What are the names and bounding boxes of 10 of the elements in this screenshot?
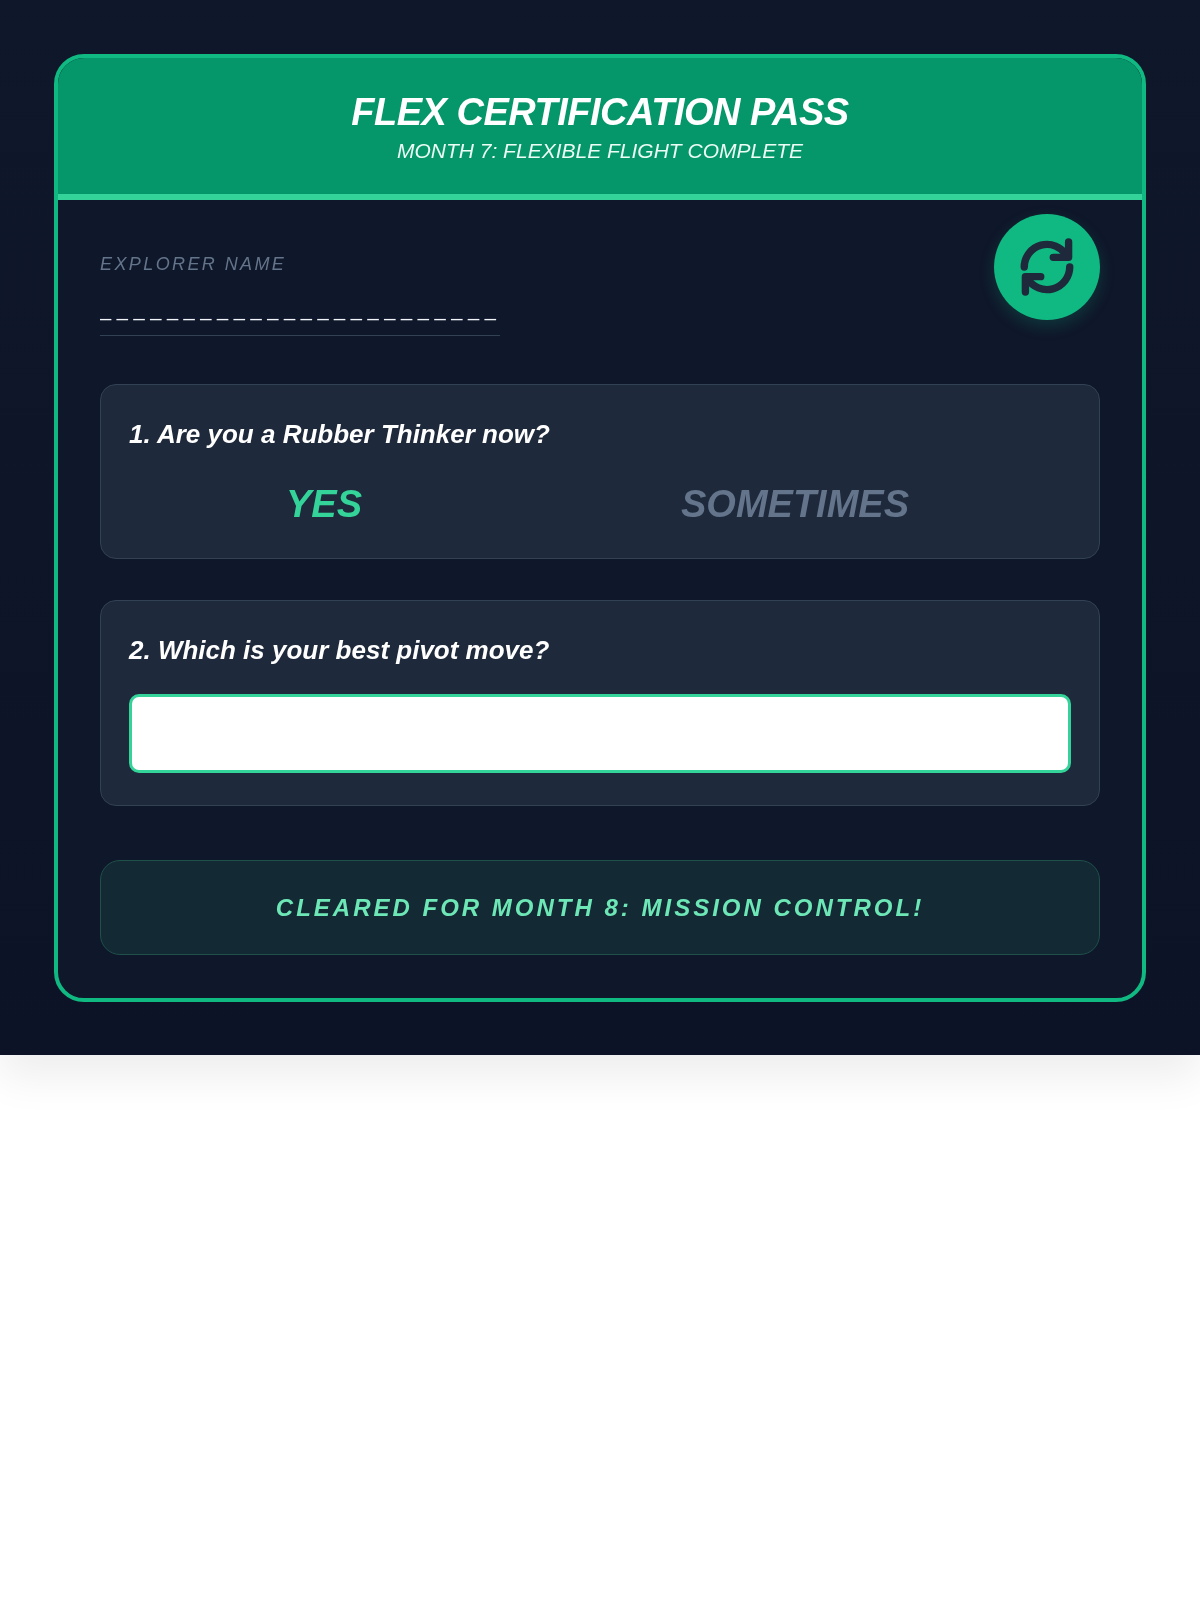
pass-title: FLEX CERTIFICATION PASS bbox=[351, 90, 849, 134]
clearance-banner: CLEARED FOR MONTH 8: MISSION CONTROL! bbox=[100, 860, 1100, 955]
answer-option[interactable]: YES bbox=[285, 482, 362, 526]
pass-subtitle: MONTH 7: FLEXIBLE FLIGHT COMPLETE bbox=[396, 138, 804, 164]
question-text: 2. Which is your best pivot move? bbox=[129, 635, 551, 665]
question-text: 1. Are you a Rubber Thinker now? bbox=[129, 419, 551, 449]
answer-field[interactable] bbox=[129, 694, 1071, 773]
refresh-icon bbox=[1020, 238, 1074, 296]
name-fill-in-line[interactable]: ________________________ bbox=[100, 297, 500, 336]
field-label: EXPLORER NAME bbox=[100, 254, 287, 274]
